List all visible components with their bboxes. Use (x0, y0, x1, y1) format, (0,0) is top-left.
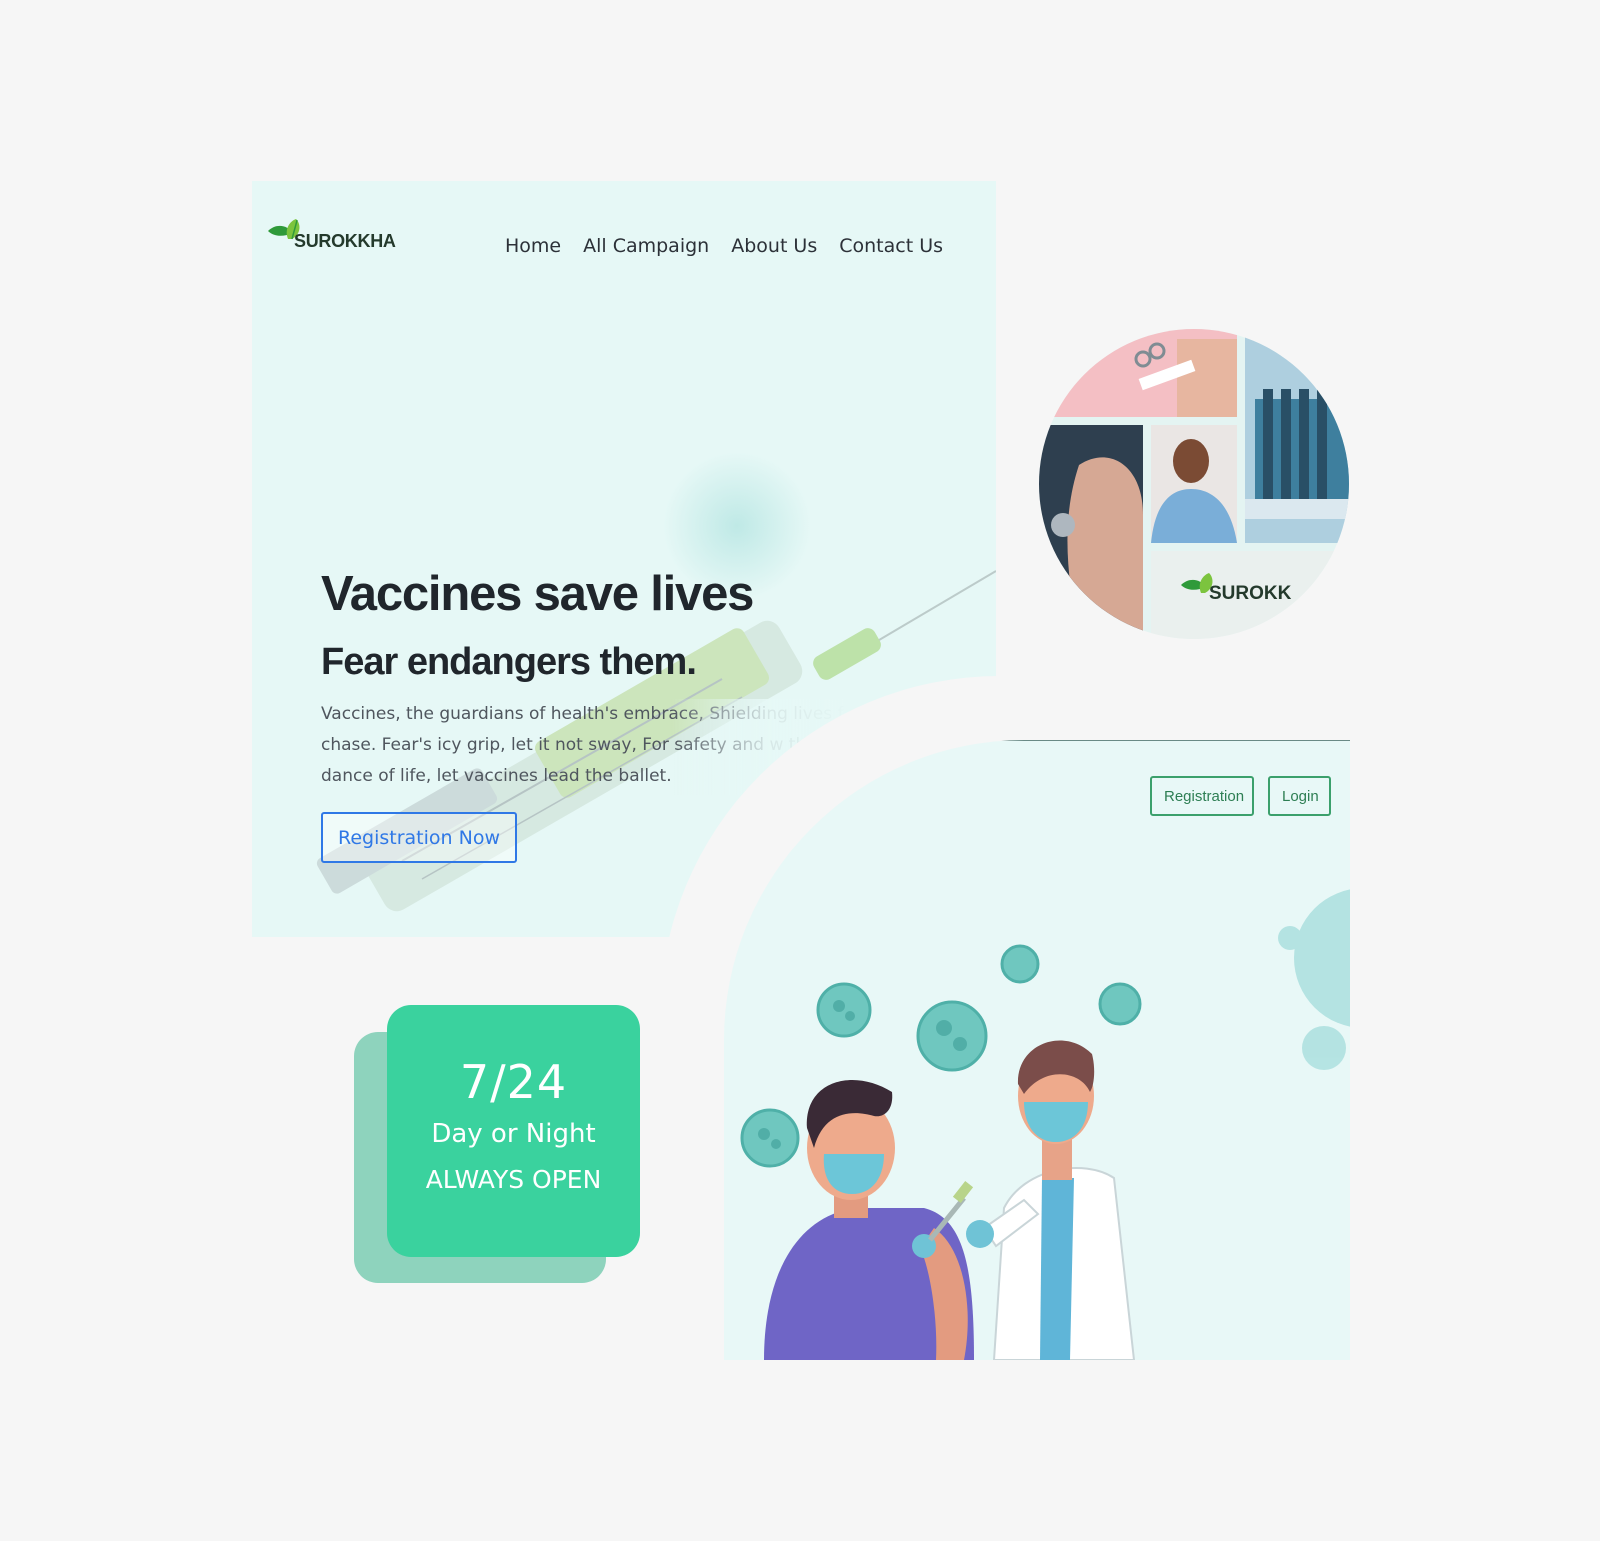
virus-silhouette (1278, 889, 1350, 1070)
hero-title: Vaccines save lives (321, 567, 754, 621)
test-tubes-photo (1245, 329, 1349, 543)
registration-now-button[interactable]: Registration Now (321, 812, 517, 863)
photo-collage: SUROKK (1039, 329, 1349, 639)
vaccination-illustration (740, 889, 1350, 1360)
registration-button[interactable]: Registration (1150, 776, 1254, 816)
brand-logo[interactable]: SUROKKHA (266, 217, 396, 251)
collage-logo: SUROKK (1179, 571, 1291, 605)
badge-hours: 7/24 (459, 1055, 568, 1109)
nav-contact-us[interactable]: Contact Us (839, 235, 943, 257)
nav-about-us[interactable]: About Us (731, 235, 817, 257)
header-divider (970, 740, 1350, 741)
smiling-man-photo (1151, 425, 1237, 543)
badge-day-night: Day or Night (431, 1119, 596, 1149)
collage-logo-text: SUROKK (1209, 583, 1292, 604)
login-button[interactable]: Login (1268, 776, 1331, 816)
medical-supplies-photo (1039, 329, 1237, 417)
injection-photo (1039, 425, 1143, 639)
nav-home[interactable]: Home (505, 235, 561, 257)
vaccination-card: Registration Login (724, 740, 1350, 1360)
hero-subtitle: Fear endangers them. (321, 641, 697, 683)
brand-name: SUROKKHA (294, 231, 396, 251)
main-nav: Home All Campaign About Us Contact Us (505, 235, 943, 257)
patient-figure (764, 1080, 974, 1360)
badge-always-open: ALWAYS OPEN (425, 1165, 602, 1194)
always-open-badge: 7/24 Day or Night ALWAYS OPEN (387, 1005, 640, 1257)
nav-all-campaign[interactable]: All Campaign (583, 235, 709, 257)
